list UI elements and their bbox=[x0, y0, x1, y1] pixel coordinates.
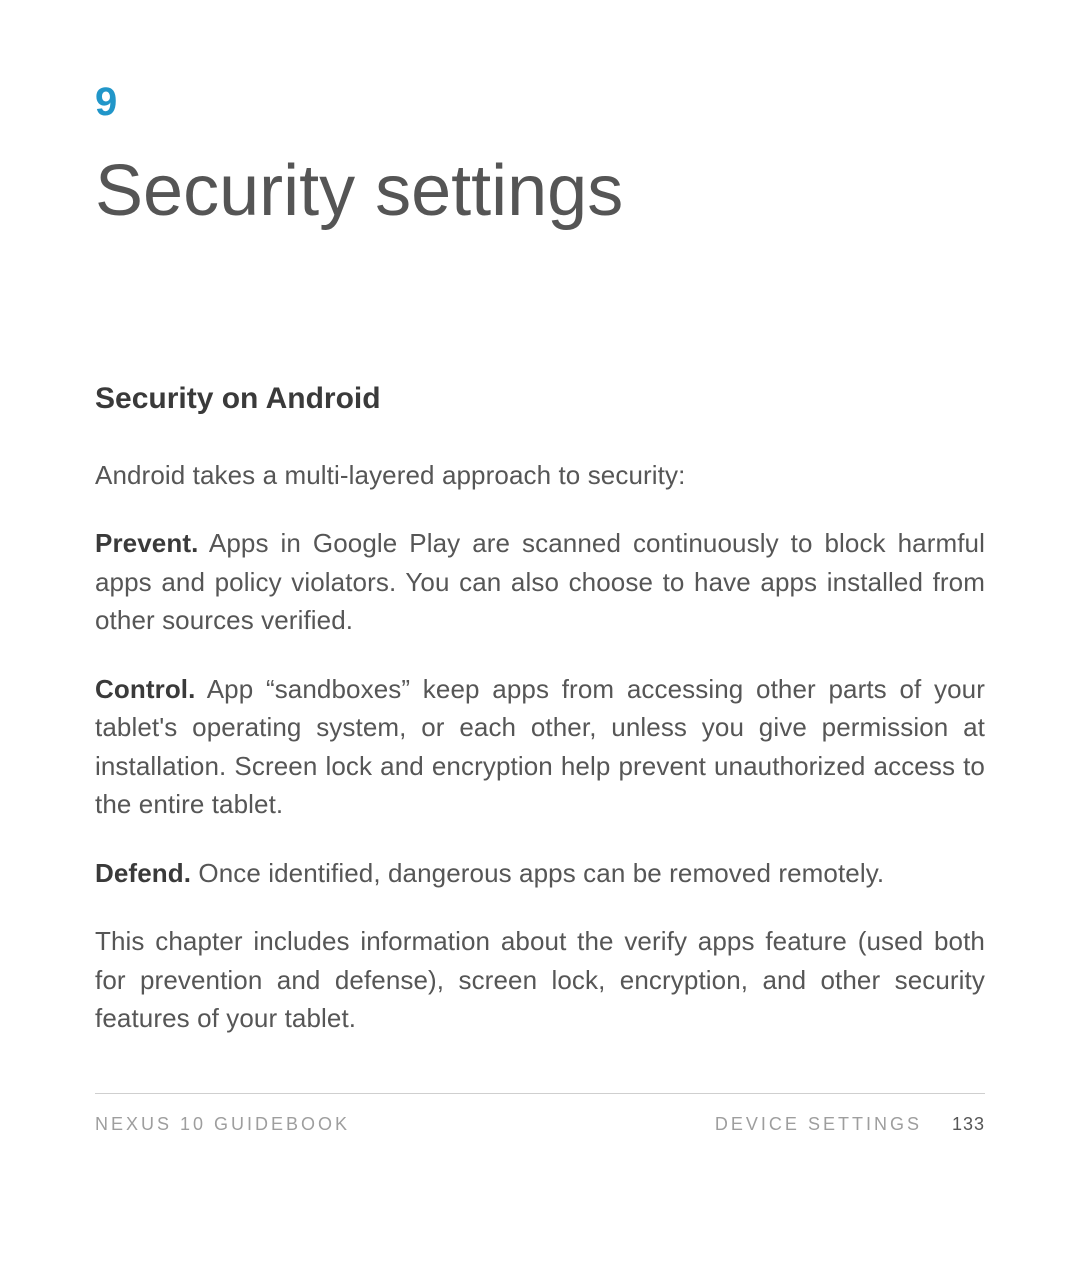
document-page: 9 Security settings Security on Android … bbox=[0, 0, 1080, 1038]
lead-prevent: Prevent. bbox=[95, 528, 198, 558]
section-heading: Security on Android bbox=[95, 382, 985, 416]
footer-left: NEXUS 10 GUIDEBOOK bbox=[95, 1114, 350, 1135]
page-footer: NEXUS 10 GUIDEBOOK DEVICE SETTINGS 133 bbox=[95, 1093, 985, 1135]
page-number: 133 bbox=[952, 1114, 985, 1135]
chapter-title: Security settings bbox=[95, 150, 985, 232]
footer-section-label: DEVICE SETTINGS bbox=[715, 1114, 922, 1135]
text-defend: Once identified, dangerous apps can be r… bbox=[191, 858, 884, 888]
text-prevent: Apps in Google Play are scanned continuo… bbox=[95, 528, 985, 635]
paragraph-control: Control. App “sandboxes” keep apps from … bbox=[95, 670, 985, 824]
chapter-number: 9 bbox=[95, 80, 985, 125]
lead-defend: Defend. bbox=[95, 858, 191, 888]
intro-paragraph: Android takes a multi-layered approach t… bbox=[95, 456, 985, 494]
footer-right: DEVICE SETTINGS 133 bbox=[715, 1114, 985, 1135]
paragraph-prevent: Prevent. Apps in Google Play are scanned… bbox=[95, 524, 985, 639]
lead-control: Control. bbox=[95, 674, 195, 704]
paragraph-defend: Defend. Once identified, dangerous apps … bbox=[95, 854, 985, 892]
text-control: App “sandboxes” keep apps from accessing… bbox=[95, 674, 985, 819]
closing-paragraph: This chapter includes information about … bbox=[95, 922, 985, 1037]
